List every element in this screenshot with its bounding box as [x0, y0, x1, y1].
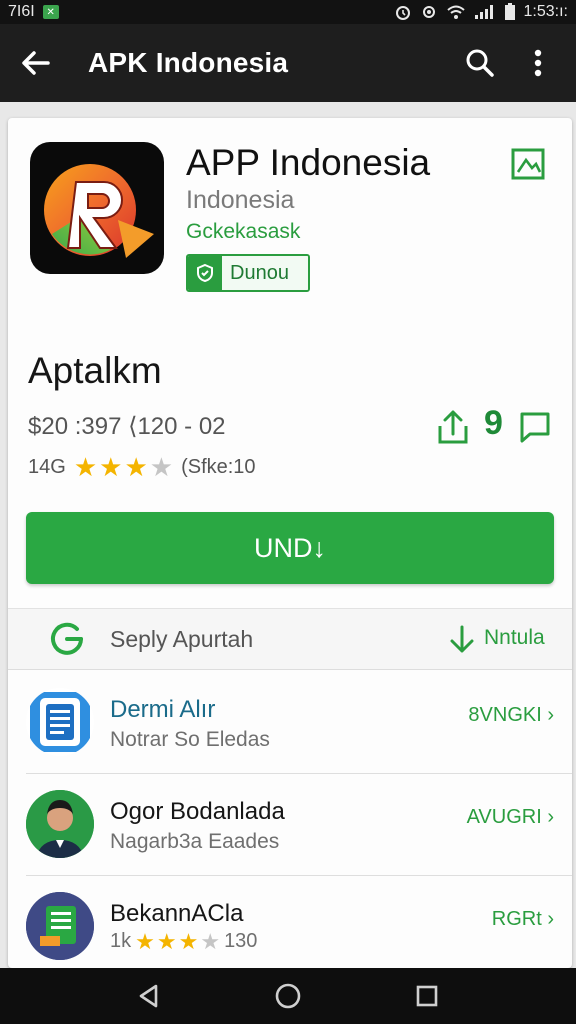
- download-arrow-icon: [450, 625, 474, 653]
- app-bar: APK Indonesia: [0, 24, 576, 102]
- document-app-icon: [26, 688, 94, 756]
- bookmark-image-icon: [511, 148, 545, 180]
- arrow-left-icon: [22, 51, 50, 75]
- app-logo-icon: [30, 142, 164, 274]
- shield-check-icon: [188, 256, 222, 290]
- app-developer-link[interactable]: Gckekasask: [186, 220, 300, 244]
- rating-prefix: 14G: [28, 455, 66, 478]
- status-time: 1:53:ı:: [523, 3, 568, 20]
- system-nav-bar: [0, 968, 576, 1024]
- share-icon: [438, 410, 468, 444]
- star-filled-icon: ★: [73, 452, 98, 482]
- list-item[interactable]: BekannACla 1k ★ ★ ★ ★ 130 RGRt ›: [8, 876, 572, 968]
- square-recents-icon: [416, 985, 437, 1007]
- notification-icon: ✕: [42, 5, 59, 19]
- rating-row: 14G ★ ★ ★ ★ (Sfke:10: [28, 454, 256, 480]
- rating-suffix: (Sfke:10: [181, 455, 256, 478]
- search-button[interactable]: [458, 41, 502, 85]
- list-item-link[interactable]: AVUGRI ›: [467, 806, 554, 829]
- star-filled-icon: ★: [178, 928, 199, 954]
- status-left-text: 7I6I: [8, 3, 35, 20]
- list-rating-stars: ★ ★ ★ ★: [135, 928, 221, 954]
- app-subtitle: Indonesia: [186, 186, 295, 214]
- settings-icon: [422, 6, 435, 18]
- app-detail-card: APP Indonesia Indonesia Gckekasask Dunou…: [8, 118, 572, 968]
- google-g-icon: [51, 622, 83, 655]
- list-rating-suffix: 130: [224, 930, 258, 952]
- list-item-title: Ogor Bodanlada: [110, 798, 285, 825]
- install-button[interactable]: UND↓: [26, 512, 554, 584]
- triangle-back-icon: [140, 984, 158, 1008]
- list-item[interactable]: Dermi Alır Notrar So Eledas 8VNGKI ›: [8, 672, 572, 774]
- more-vert-icon: [534, 49, 542, 77]
- star-filled-icon: ★: [124, 452, 148, 482]
- list-item-rating: 1k ★ ★ ★ ★ 130: [110, 930, 257, 953]
- alarm-icon: [395, 6, 410, 20]
- book-app-icon: [26, 892, 94, 960]
- content-area: APP Indonesia Indonesia Gckekasask Dunou…: [0, 102, 576, 968]
- rating-stars: ★ ★ ★ ★: [74, 454, 173, 480]
- badge-label: Dunou: [222, 256, 308, 290]
- battery-icon: [504, 3, 515, 20]
- app-name: APP Indonesia: [186, 142, 431, 183]
- list-item-subtitle: Notrar So Eledas: [110, 728, 270, 751]
- circle-home-icon: [275, 983, 301, 1009]
- gbar-text: Seply Apurtah: [110, 626, 254, 652]
- wifi-icon: [446, 5, 465, 19]
- section-title: Aptalkm: [28, 350, 162, 391]
- app-badge: Dunou: [186, 254, 310, 292]
- list-item-title: Dermi Alır: [110, 696, 216, 723]
- google-play-bar[interactable]: Seply Apurtah Nntula: [8, 608, 572, 670]
- signal-icon: [474, 5, 493, 19]
- nav-recents-button[interactable]: [403, 972, 451, 1020]
- app-meta: $20 :397 ⟨120 - 02: [28, 413, 226, 440]
- list-item-subtitle: Nagarb3a Eaades: [110, 830, 280, 853]
- status-bar: 7I6I ✕ 1:53:ı:: [0, 0, 576, 24]
- more-options-button[interactable]: [516, 41, 560, 85]
- search-icon: [466, 49, 494, 77]
- star-filled-icon: ★: [99, 452, 123, 482]
- gbar-link[interactable]: Nntula: [484, 626, 545, 650]
- nav-back-button[interactable]: [125, 972, 173, 1020]
- list-item-link[interactable]: 8VNGKI ›: [468, 704, 554, 727]
- list-item[interactable]: Ogor Bodanlada Nagarb3a Eaades AVUGRI ›: [8, 774, 572, 876]
- person-avatar: [26, 790, 94, 858]
- star-empty-icon: ★: [200, 928, 221, 954]
- back-button[interactable]: [16, 43, 56, 83]
- comment-button[interactable]: [518, 410, 552, 444]
- nav-home-button[interactable]: [264, 972, 312, 1020]
- comment-icon: [520, 412, 550, 443]
- star-empty-icon: ★: [149, 452, 174, 482]
- star-filled-icon: ★: [135, 928, 155, 954]
- wishlist-button[interactable]: [510, 146, 546, 182]
- share-button[interactable]: [436, 408, 470, 446]
- list-rating-prefix: 1k: [110, 930, 132, 952]
- list-item-link[interactable]: RGRt ›: [492, 908, 554, 931]
- star-filled-icon: ★: [156, 928, 177, 954]
- review-count: 9: [484, 404, 503, 442]
- app-bar-title: APK Indonesia: [88, 47, 289, 78]
- list-item-title: BekannACla: [110, 900, 244, 927]
